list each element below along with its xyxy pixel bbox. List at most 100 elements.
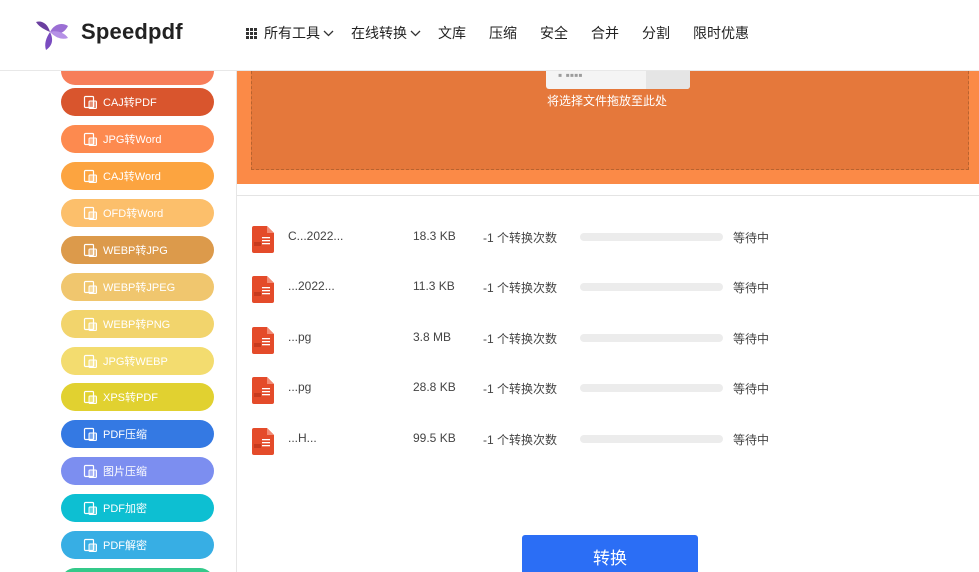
lock-icon [82, 500, 98, 516]
sidebar-item[interactable]: XPS转PDF [61, 383, 214, 411]
image-file-icon [82, 279, 98, 295]
main-nav: 所有工具 在线转换 文库 压缩 安全 合并 分割 限时优惠 [246, 22, 749, 44]
sidebar-item-label: PDF解密 [103, 540, 147, 552]
sidebar-item[interactable]: PDF解密 [61, 531, 214, 559]
image-file-icon [82, 353, 98, 369]
file-row: C...2022... 18.3 KB -1 个转换次数 等待中 [237, 217, 979, 257]
sidebar-item[interactable]: WEBP转JPG [61, 236, 214, 264]
image-file-icon [82, 316, 98, 332]
file-icon [252, 276, 274, 303]
sidebar-item-label: WEBP转JPG [103, 245, 168, 257]
file-icon [252, 377, 274, 404]
compress-icon [82, 426, 98, 442]
file-list: C...2022... 18.3 KB -1 个转换次数 等待中 ...2022... 1… [237, 195, 979, 572]
sidebar-item-label: PDF压缩 [103, 429, 147, 441]
image-compress-icon [82, 463, 98, 479]
nav-split[interactable]: 分割 [642, 22, 670, 44]
sidebar-item-label: CAJ转Word [103, 171, 161, 183]
tools-sidebar[interactable]: CAJ转PDF JPG转Word CAJ转Word OFD转Word WEBP转JPG W… [0, 71, 237, 572]
file-name: ...pg [288, 330, 312, 344]
file-size: 28.8 KB [413, 380, 456, 394]
sidebar-item-partial-bottom[interactable] [61, 568, 214, 572]
file-row: ...pg 28.8 KB -1 个转换次数 等待中 [237, 368, 979, 408]
grid-icon [246, 27, 257, 39]
nav-all-tools[interactable]: 所有工具 [246, 22, 334, 44]
nav-security[interactable]: 安全 [540, 22, 568, 44]
nav-merge[interactable]: 合并 [591, 22, 619, 44]
top-header: Speedpdf 所有工具 在线转换 文库 压缩 安全 合并 分割 限时优惠 [0, 0, 979, 71]
file-status: 等待中 [733, 332, 770, 346]
conversion-count: -1 个转换次数 [483, 433, 558, 447]
sidebar-item-label: 图片压缩 [103, 466, 147, 478]
file-size: 11.3 KB [413, 279, 455, 293]
speedpdf-logo-icon[interactable] [32, 14, 72, 54]
nav-library[interactable]: 文库 [438, 22, 466, 44]
sidebar-item-label: OFD转Word [103, 208, 164, 220]
choose-file-label-obscured: ▪ ▪▪▪▪ [558, 71, 583, 82]
progress-bar [580, 435, 723, 443]
choose-file-button[interactable]: ▪ ▪▪▪▪ [546, 71, 690, 89]
sidebar-item-label: JPG转Word [103, 134, 162, 146]
xps-file-icon [82, 389, 98, 405]
sidebar-item[interactable]: PDF加密 [61, 494, 214, 522]
file-name: ...H... [288, 431, 317, 445]
sidebar-item[interactable]: PDF压缩 [61, 420, 214, 448]
chevron-down-icon [323, 30, 334, 36]
nav-all-tools-label: 所有工具 [264, 25, 320, 41]
nav-compress[interactable]: 压缩 [489, 22, 517, 44]
image-file-icon [82, 131, 98, 147]
dropzone-hint: 将选择文件拖放至此处 [547, 94, 668, 108]
sidebar-item[interactable]: JPG转Word [61, 125, 214, 153]
file-status: 等待中 [733, 433, 770, 447]
sidebar-item[interactable]: OFD转Word [61, 199, 214, 227]
conversion-count: -1 个转换次数 [483, 231, 558, 245]
conversion-count: -1 个转换次数 [483, 332, 558, 346]
sidebar-item-label: WEBP转JPEG [103, 282, 176, 294]
file-row: ...2022... 11.3 KB -1 个转换次数 等待中 [237, 267, 979, 307]
sidebar-item[interactable]: CAJ转Word [61, 162, 214, 190]
sidebar-item[interactable]: CAJ转PDF [61, 88, 214, 116]
file-row: ...H... 99.5 KB -1 个转换次数 等待中 [237, 419, 979, 459]
file-size: 18.3 KB [413, 229, 456, 243]
sidebar-item[interactable]: WEBP转PNG [61, 310, 214, 338]
sidebar-item-partial[interactable] [61, 71, 214, 85]
progress-bar [580, 384, 723, 392]
file-name: ...pg [288, 380, 312, 394]
file-size: 3.8 MB [413, 330, 452, 344]
progress-bar [580, 233, 723, 241]
caj-file-icon [82, 94, 98, 110]
caj-file-icon [82, 168, 98, 184]
nav-offers[interactable]: 限时优惠 [693, 22, 749, 44]
nav-online-convert-label: 在线转换 [351, 25, 407, 41]
ofd-file-icon [82, 205, 98, 221]
progress-bar [580, 283, 723, 291]
brand-name[interactable]: Speedpdf [81, 19, 183, 45]
convert-button[interactable]: 转换 [522, 535, 698, 572]
file-icon [252, 327, 274, 354]
progress-bar [580, 334, 723, 342]
file-icon [252, 428, 274, 455]
conversion-count: -1 个转换次数 [483, 281, 558, 295]
sidebar-item[interactable]: JPG转WEBP [61, 347, 214, 375]
chevron-down-icon [410, 30, 421, 36]
unlock-icon [82, 537, 98, 553]
file-name: ...2022... [288, 279, 335, 293]
file-status: 等待中 [733, 382, 770, 396]
file-name: C...2022... [288, 229, 344, 243]
sidebar-item[interactable]: WEBP转JPEG [61, 273, 214, 301]
file-row: ...pg 3.8 MB -1 个转换次数 等待中 [237, 318, 979, 358]
sidebar-item[interactable]: 图片压缩 [61, 457, 214, 485]
conversion-count: -1 个转换次数 [483, 382, 558, 396]
file-icon [252, 226, 274, 253]
image-file-icon [82, 242, 98, 258]
sidebar-item-label: XPS转PDF [103, 392, 159, 404]
sidebar-item-label: WEBP转PNG [103, 319, 171, 331]
nav-online-convert[interactable]: 在线转换 [351, 22, 421, 44]
file-status: 等待中 [733, 231, 770, 245]
file-size: 99.5 KB [413, 431, 456, 445]
sidebar-item-label: CAJ转PDF [103, 97, 157, 109]
sidebar-item-label: PDF加密 [103, 503, 147, 515]
sidebar-item-label: JPG转WEBP [103, 356, 168, 368]
file-status: 等待中 [733, 281, 770, 295]
choose-file-dropdown[interactable] [646, 71, 690, 89]
